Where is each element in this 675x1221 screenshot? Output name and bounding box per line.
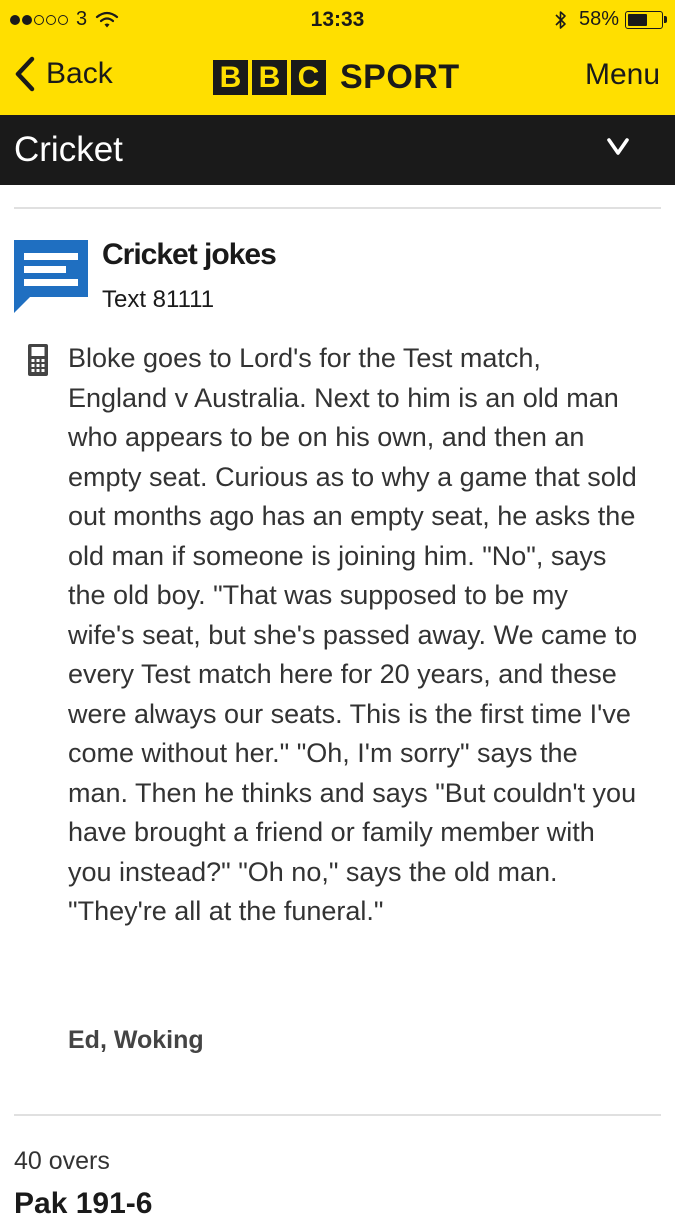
back-label: Back: [46, 57, 113, 90]
battery-percent: 58%: [578, 8, 619, 30]
chevron-down-icon[interactable]: [607, 138, 629, 156]
author-credit: Ed, Woking: [68, 1026, 204, 1054]
section-title: Cricket: [14, 130, 123, 169]
app-header: Back B B C SPORT Menu: [0, 38, 675, 115]
overs-label: 40 overs: [14, 1147, 110, 1175]
bluetooth-icon: [555, 10, 566, 29]
mobile-phone-icon: [28, 344, 48, 376]
back-button[interactable]: Back: [14, 56, 113, 92]
comment-icon: [14, 240, 88, 313]
battery-terminal: [664, 15, 667, 23]
score-line: Pak 191-6: [14, 1187, 153, 1220]
logo-letter-box: B: [252, 60, 287, 95]
bbc-sport-logo[interactable]: B B C SPORT: [213, 58, 460, 97]
section-bar[interactable]: Cricket: [0, 115, 675, 185]
card-title: Cricket jokes: [102, 238, 277, 271]
divider: [14, 1114, 661, 1116]
logo-letter-box: B: [213, 60, 248, 95]
logo-word: SPORT: [340, 58, 460, 96]
status-bar: 3 13:33 58%: [0, 0, 675, 38]
logo-letter-box: C: [291, 60, 326, 95]
joke-text: Bloke goes to Lord's for the Test match,…: [68, 343, 638, 926]
chevron-left-icon: [15, 56, 35, 92]
battery-status: 58%: [555, 8, 667, 31]
divider: [14, 207, 661, 209]
menu-button[interactable]: Menu: [585, 58, 660, 92]
card-subtitle: Text 81111: [102, 286, 215, 313]
battery-level-fill: [628, 13, 647, 26]
battery-icon: [625, 10, 667, 29]
